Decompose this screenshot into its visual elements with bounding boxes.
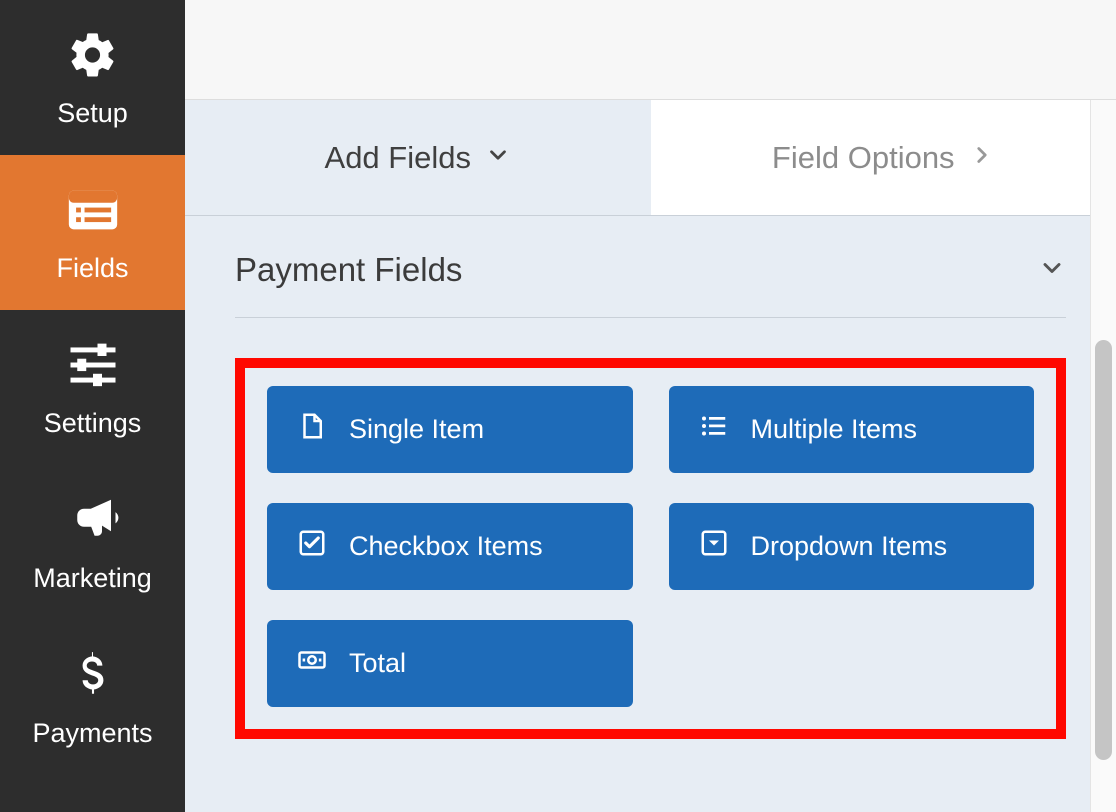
tabs-row: Add Fields Field Options <box>185 100 1116 215</box>
sidebar-item-label: Settings <box>44 408 142 439</box>
top-bar <box>185 0 1116 100</box>
tab-label: Field Options <box>772 140 955 176</box>
sidebar-item-payments[interactable]: Payments <box>0 620 185 775</box>
sidebar-item-settings[interactable]: Settings <box>0 310 185 465</box>
chevron-down-icon <box>1038 254 1066 287</box>
sidebar-item-fields[interactable]: Fields <box>0 155 185 310</box>
field-label: Checkbox Items <box>349 531 543 562</box>
chevron-down-icon <box>485 140 511 176</box>
money-icon <box>297 645 327 682</box>
field-label: Single Item <box>349 414 484 445</box>
sidebar-item-label: Marketing <box>33 563 152 594</box>
content-panel: Add Fields Field Options Payment Fields <box>185 100 1116 812</box>
sidebar-item-label: Payments <box>32 718 152 749</box>
list-icon <box>699 411 729 448</box>
sidebar-item-label: Fields <box>56 253 128 284</box>
field-dropdown-items[interactable]: Dropdown Items <box>669 503 1035 590</box>
sidebar-item-label: Setup <box>57 98 128 129</box>
section-payment-fields: Payment Fields Single Item <box>185 215 1116 779</box>
tab-field-options[interactable]: Field Options <box>651 100 1116 215</box>
sidebar-item-setup[interactable]: Setup <box>0 0 185 155</box>
sliders-icon <box>64 336 122 394</box>
dropdown-icon <box>699 528 729 565</box>
main-area: Add Fields Field Options Payment Fields <box>185 0 1116 812</box>
form-icon <box>64 181 122 239</box>
gear-icon <box>64 26 122 84</box>
scrollbar-thumb[interactable] <box>1095 340 1112 760</box>
sidebar-item-marketing[interactable]: Marketing <box>0 465 185 620</box>
field-total[interactable]: Total <box>267 620 633 707</box>
checkbox-icon <box>297 528 327 565</box>
tab-add-fields[interactable]: Add Fields <box>185 100 651 215</box>
bullhorn-icon <box>64 491 122 549</box>
file-icon <box>297 411 327 448</box>
sidebar: Setup Fields <box>0 0 185 812</box>
highlight-box: Single Item Multiple Items <box>235 358 1066 739</box>
field-multiple-items[interactable]: Multiple Items <box>669 386 1035 473</box>
field-label: Dropdown Items <box>751 531 948 562</box>
field-label: Multiple Items <box>751 414 918 445</box>
scrollbar[interactable] <box>1090 100 1116 812</box>
section-title: Payment Fields <box>235 251 462 289</box>
tab-label: Add Fields <box>325 140 471 176</box>
field-single-item[interactable]: Single Item <box>267 386 633 473</box>
section-header[interactable]: Payment Fields <box>235 251 1066 318</box>
field-label: Total <box>349 648 406 679</box>
app-root: Setup Fields <box>0 0 1116 812</box>
chevron-right-icon <box>969 140 995 176</box>
field-grid: Single Item Multiple Items <box>267 386 1034 707</box>
field-checkbox-items[interactable]: Checkbox Items <box>267 503 633 590</box>
dollar-icon <box>64 646 122 704</box>
